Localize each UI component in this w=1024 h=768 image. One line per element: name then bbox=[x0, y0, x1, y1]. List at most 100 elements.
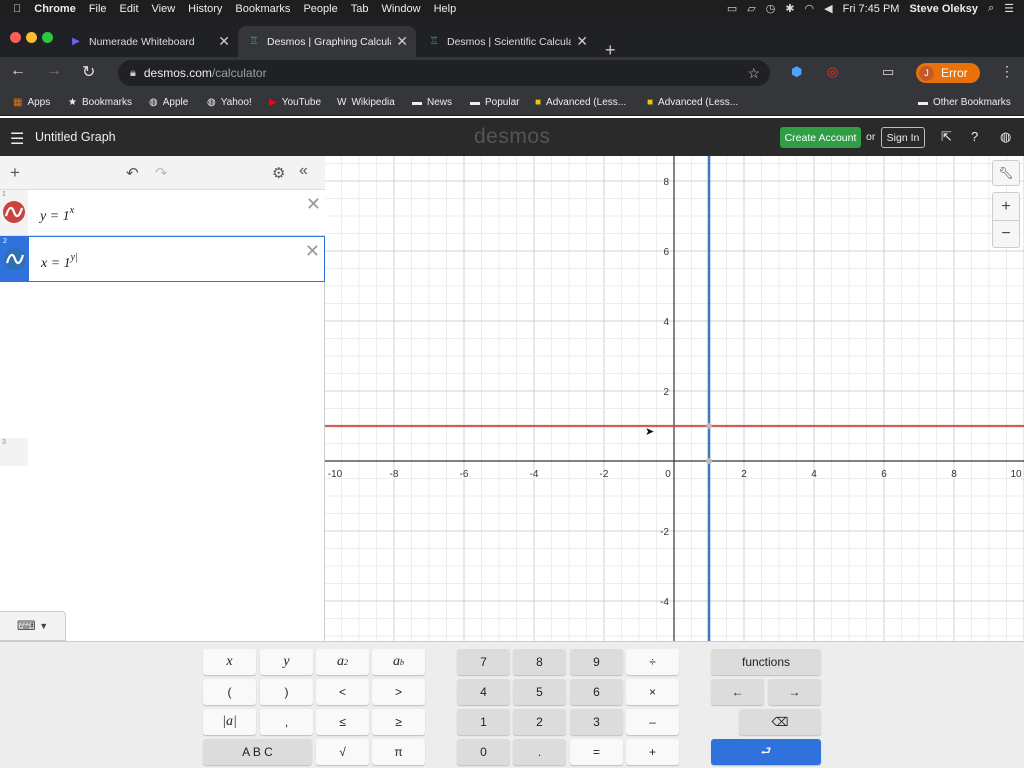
tab-close-icon[interactable]: ✕ bbox=[396, 33, 408, 50]
key-multiply[interactable]: × bbox=[626, 679, 679, 705]
menu-edit[interactable]: Edit bbox=[120, 3, 139, 15]
graph-settings-wrench-icon[interactable]: 🔧︎ bbox=[992, 160, 1020, 186]
spotlight-icon[interactable]: ⌕ bbox=[988, 2, 994, 15]
menu-app-name[interactable]: Chrome bbox=[34, 3, 76, 15]
zoom-out-icon[interactable]: − bbox=[993, 220, 1019, 247]
reload-icon[interactable]: ↻ bbox=[82, 62, 95, 82]
bookmark-news[interactable]: ▬ News bbox=[412, 97, 452, 108]
key-open-paren[interactable]: ( bbox=[203, 679, 256, 705]
graph-svg[interactable]: -10 -8 -6 -4 -2 0 2 4 6 8 10 8 6 4 2 -2 -4 bbox=[325, 156, 1024, 641]
key-1[interactable]: 1 bbox=[457, 709, 510, 735]
key-x[interactable]: x bbox=[203, 649, 256, 675]
notification-center-icon[interactable]: ☰ bbox=[1004, 2, 1014, 15]
menu-window[interactable]: Window bbox=[381, 3, 420, 15]
zoom-in-icon[interactable]: + bbox=[993, 193, 1019, 220]
bookmark-other[interactable]: ▬ Other Bookmarks bbox=[918, 97, 1011, 108]
apple-icon[interactable]:  bbox=[13, 3, 21, 15]
graph-paper[interactable]: -10 -8 -6 -4 -2 0 2 4 6 8 10 8 6 4 2 -2 -4 bbox=[325, 156, 1024, 641]
key-pi[interactable]: π bbox=[372, 739, 425, 765]
expression-gutter[interactable]: 2 bbox=[1, 237, 29, 281]
tab-close-icon[interactable]: ✕ bbox=[576, 33, 588, 50]
undo-icon[interactable]: ↶ bbox=[126, 164, 139, 182]
back-arrow-icon[interactable]: ← bbox=[10, 62, 26, 80]
language-globe-icon[interactable]: ◍ bbox=[1000, 129, 1011, 145]
bluetooth-icon[interactable]: ✱ bbox=[785, 2, 794, 15]
key-sqrt[interactable]: √ bbox=[316, 739, 369, 765]
key-7[interactable]: 7 bbox=[457, 649, 510, 675]
expression-row-1[interactable]: 1 y = 1x ✕ bbox=[0, 190, 325, 236]
tab-close-icon[interactable]: ✕ bbox=[218, 33, 230, 50]
key-greater-equal[interactable]: ≥ bbox=[372, 709, 425, 735]
menu-history[interactable]: History bbox=[188, 3, 222, 15]
key-functions[interactable]: functions bbox=[711, 649, 821, 675]
key-5[interactable]: 5 bbox=[513, 679, 566, 705]
menu-help[interactable]: Help bbox=[434, 3, 457, 15]
extension-shield-icon[interactable]: ⬢ bbox=[791, 64, 802, 80]
bookmark-apps[interactable]: ▦ Apps bbox=[13, 97, 50, 108]
key-greater-than[interactable]: > bbox=[372, 679, 425, 705]
expression-gutter[interactable]: 1 bbox=[0, 190, 28, 235]
key-comma[interactable]: , bbox=[260, 709, 313, 735]
wifi-icon[interactable]: ◠ bbox=[805, 2, 815, 15]
key-9[interactable]: 9 bbox=[570, 649, 623, 675]
key-decimal[interactable]: . bbox=[513, 739, 566, 765]
add-item-icon[interactable]: + bbox=[10, 163, 20, 183]
key-8[interactable]: 8 bbox=[513, 649, 566, 675]
key-left-arrow[interactable]: ← bbox=[711, 679, 764, 705]
graph-style-swatch-icon[interactable] bbox=[4, 248, 26, 270]
menu-view[interactable]: View bbox=[152, 3, 176, 15]
key-absolute-value[interactable]: |a| bbox=[203, 709, 256, 735]
menu-people[interactable]: People bbox=[303, 3, 337, 15]
key-0[interactable]: 0 bbox=[457, 739, 510, 765]
bookmark-youtube[interactable]: ▶ YouTube bbox=[269, 97, 321, 108]
window-minimize-button[interactable] bbox=[26, 32, 37, 43]
window-zoom-button[interactable] bbox=[42, 32, 53, 43]
key-abc[interactable]: A B C bbox=[203, 739, 312, 765]
key-a-power-b[interactable]: ab bbox=[372, 649, 425, 675]
bookmark-bookmarks[interactable]: ★ Bookmarks bbox=[68, 97, 132, 108]
key-less-equal[interactable]: ≤ bbox=[316, 709, 369, 735]
key-plus[interactable]: + bbox=[626, 739, 679, 765]
key-divide[interactable]: ÷ bbox=[626, 649, 679, 675]
redo-icon[interactable]: ↷ bbox=[155, 164, 168, 182]
cast-icon[interactable]: ▭ bbox=[882, 64, 894, 80]
bookmark-advanced-2[interactable]: ■ Advanced (Less... bbox=[647, 97, 738, 108]
collapse-panel-icon[interactable]: « bbox=[299, 162, 308, 180]
expression-math[interactable]: x = 1y| bbox=[41, 252, 78, 272]
expression-row-3-empty[interactable]: 3 bbox=[0, 438, 28, 466]
hamburger-menu-icon[interactable]: ☰ bbox=[10, 129, 24, 149]
graph-style-swatch-icon[interactable] bbox=[3, 201, 25, 223]
expression-row-2[interactable]: 2 x = 1y| ✕ bbox=[0, 236, 325, 282]
graph-title[interactable]: Untitled Graph bbox=[35, 130, 116, 144]
tab-desmos-scientific[interactable]: ♖ Desmos | Scientific Calculator ✕ bbox=[418, 26, 596, 57]
sign-in-button[interactable]: Sign In bbox=[881, 127, 925, 148]
key-6[interactable]: 6 bbox=[570, 679, 623, 705]
key-backspace[interactable]: ⌫ bbox=[739, 709, 821, 735]
delete-expression-icon[interactable]: ✕ bbox=[306, 194, 321, 215]
time-machine-icon[interactable]: ◷ bbox=[766, 2, 776, 15]
keyboard-toggle-button[interactable]: ⌨ ▼ bbox=[0, 611, 66, 641]
create-account-button[interactable]: Create Account bbox=[780, 127, 861, 148]
menu-file[interactable]: File bbox=[89, 3, 107, 15]
forward-arrow-icon[interactable]: → bbox=[46, 62, 62, 80]
share-icon[interactable]: ⇱ bbox=[941, 129, 952, 145]
key-y[interactable]: y bbox=[260, 649, 313, 675]
key-2[interactable]: 2 bbox=[513, 709, 566, 735]
key-a-squared[interactable]: a2 bbox=[316, 649, 369, 675]
bookmark-star-icon[interactable]: ☆ bbox=[747, 65, 760, 82]
volume-icon[interactable]: ◀ bbox=[824, 2, 832, 15]
bookmark-apple[interactable]: ◍ Apple bbox=[149, 97, 188, 108]
key-enter[interactable]: ⮐ bbox=[711, 739, 821, 765]
bookmark-popular[interactable]: ▬ Popular bbox=[470, 97, 519, 108]
bookmark-wikipedia[interactable]: W Wikipedia bbox=[337, 97, 395, 108]
key-minus[interactable]: – bbox=[626, 709, 679, 735]
bookmark-advanced-1[interactable]: ■ Advanced (Less... bbox=[535, 97, 626, 108]
settings-gear-icon[interactable]: ⚙ bbox=[272, 164, 285, 182]
address-bar[interactable]: 🔒︎ desmos.com/calculator ☆ bbox=[118, 60, 770, 86]
tab-desmos-graphing[interactable]: ♖ Desmos | Graphing Calculator ✕ bbox=[238, 26, 416, 57]
help-icon[interactable]: ? bbox=[971, 129, 978, 144]
window-close-button[interactable] bbox=[10, 32, 21, 43]
tab-numerade[interactable]: ▶ Numerade Whiteboard ✕ bbox=[60, 26, 238, 57]
airplay-icon[interactable]: ▱ bbox=[747, 2, 755, 15]
bookmark-yahoo[interactable]: ◍ Yahoo! bbox=[207, 97, 252, 108]
